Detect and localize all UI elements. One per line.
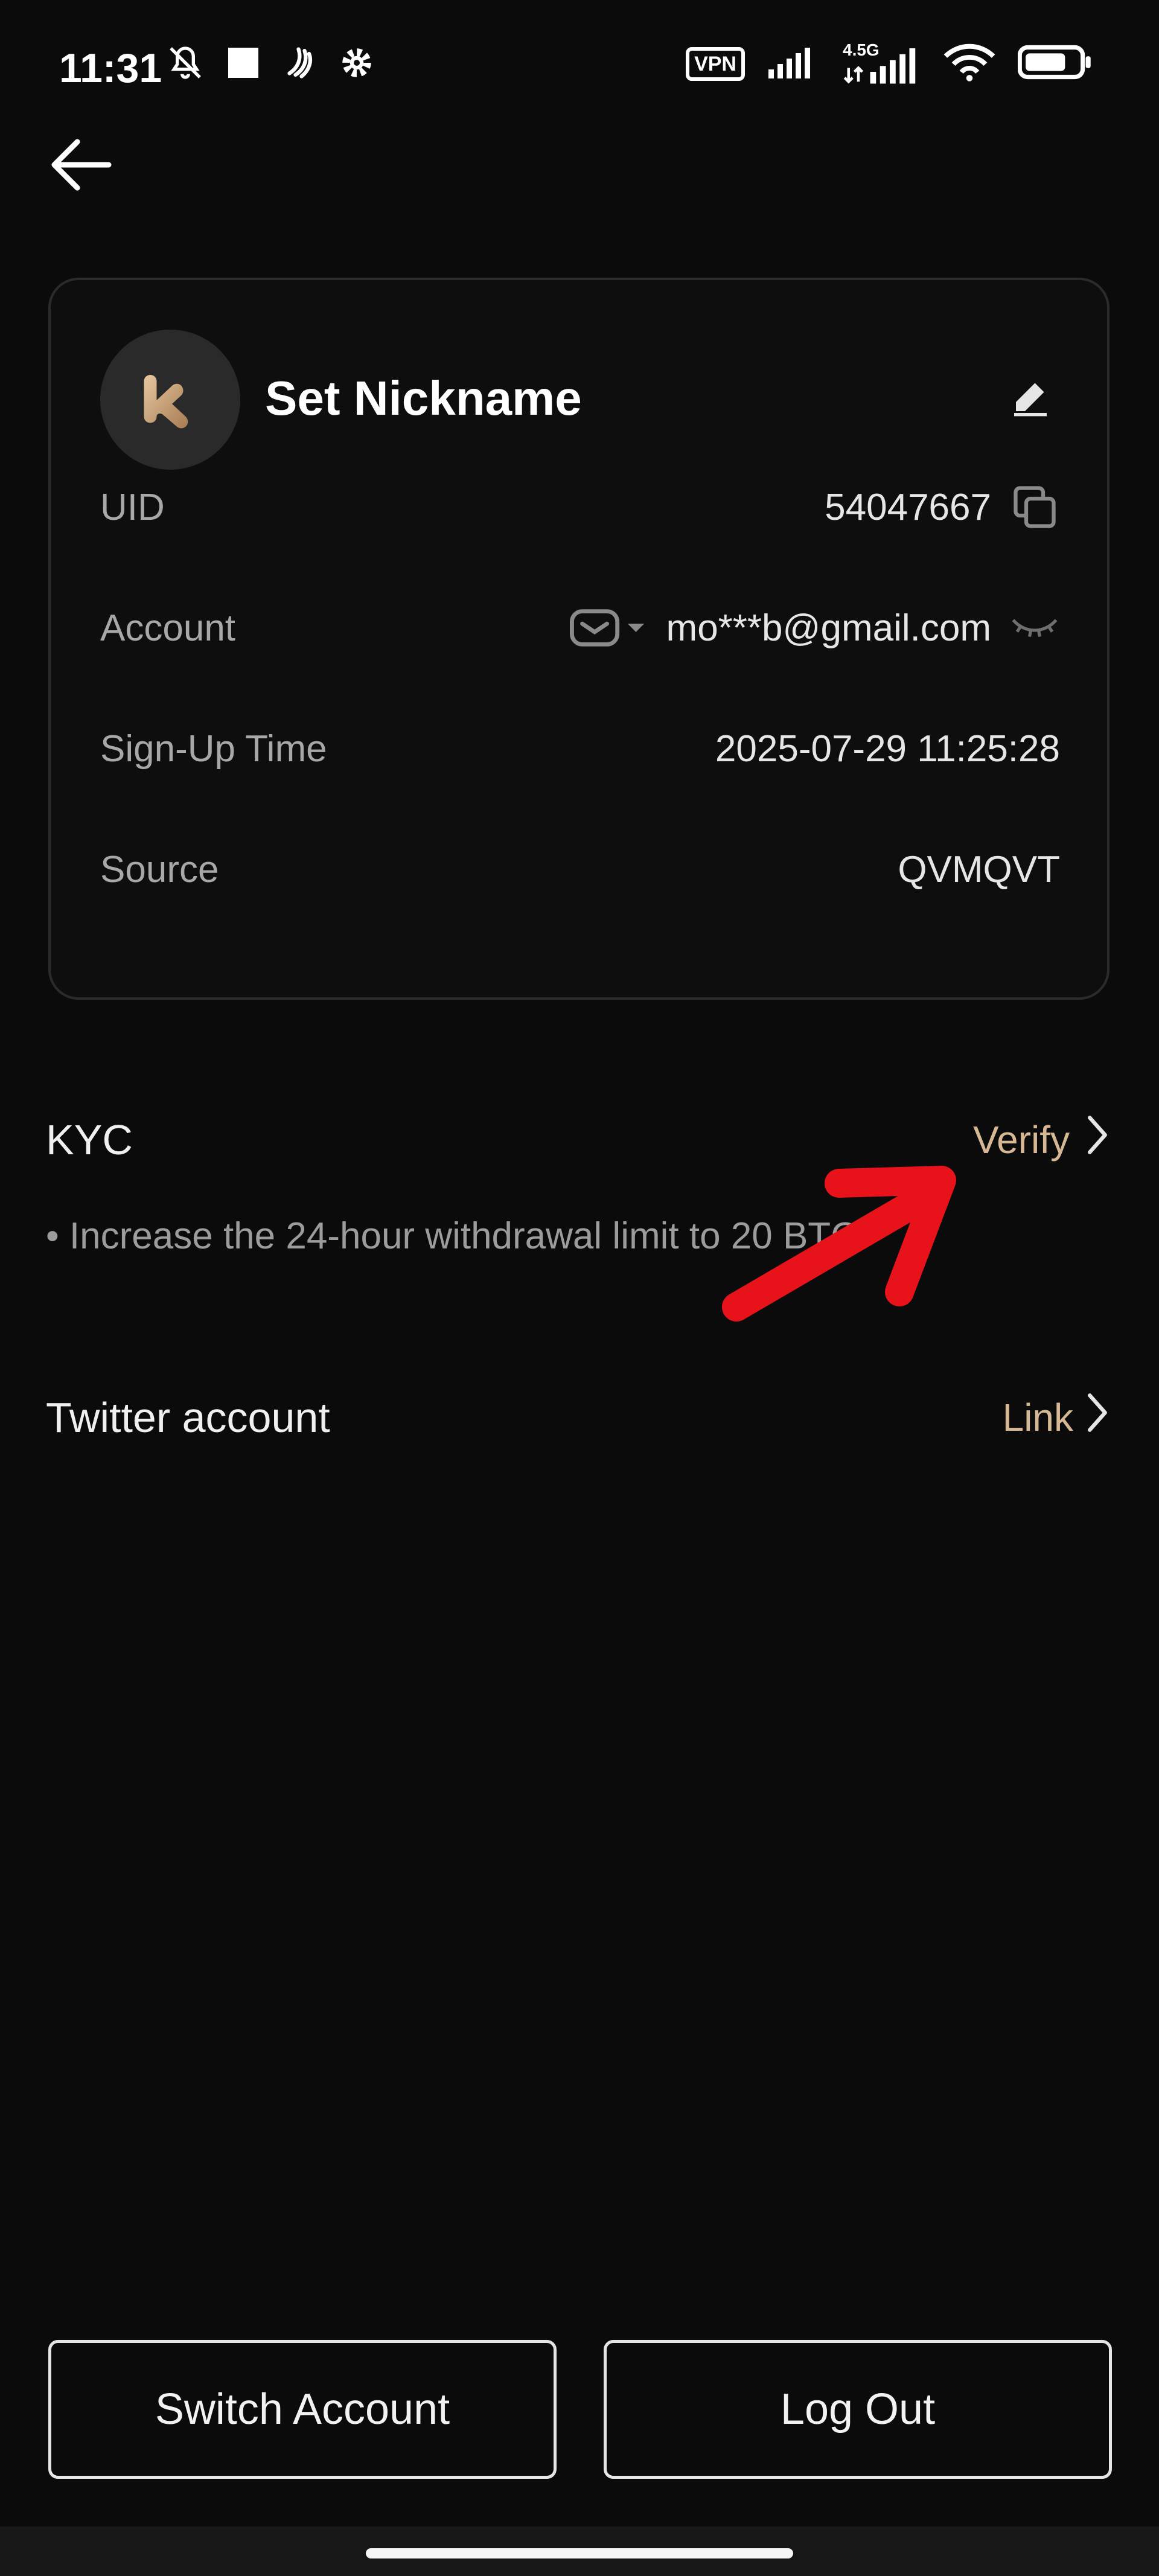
- account-value: mo***b@gmail.com: [666, 607, 991, 649]
- source-row: Source QVMQVT: [100, 839, 1060, 900]
- twitter-link-button[interactable]: Link: [1003, 1392, 1110, 1443]
- vpn-icon: VPN: [686, 46, 745, 81]
- square-icon: [225, 45, 261, 84]
- k-logo-icon: [134, 362, 206, 438]
- signup-time-row: Sign-Up Time 2025-07-29 11:25:28: [100, 718, 1060, 779]
- battery-icon: [1017, 44, 1093, 83]
- uid-row: UID 54047667: [100, 477, 1060, 537]
- status-bar: 11:31 VPN 4.5G: [0, 0, 1159, 97]
- eye-closed-icon[interactable]: [1009, 613, 1060, 643]
- verify-label: Verify: [972, 1117, 1070, 1162]
- switch-account-button[interactable]: Switch Account: [48, 2340, 557, 2479]
- home-indicator[interactable]: [366, 2548, 793, 2558]
- nickname-title[interactable]: Set Nickname: [265, 371, 582, 426]
- uid-value: 54047667: [825, 486, 991, 528]
- signup-time-value: 2025-07-29 11:25:28: [715, 727, 1060, 770]
- edit-nickname-button[interactable]: [1003, 371, 1058, 425]
- signup-time-label: Sign-Up Time: [100, 727, 327, 770]
- back-button[interactable]: [48, 133, 115, 199]
- uid-value-wrap: 54047667: [825, 482, 1060, 532]
- twitter-account-title: Twitter account: [46, 1394, 330, 1441]
- status-time: 11:31: [59, 45, 162, 91]
- bell-off-icon: [166, 43, 205, 85]
- kyc-title: KYC: [46, 1116, 133, 1163]
- uid-label: UID: [100, 486, 165, 528]
- signal-4-5g-icon: 4.5G: [843, 40, 921, 84]
- red-arrow-annotation-icon: [722, 1166, 956, 1322]
- status-right-icons: VPN 4.5G: [686, 40, 1093, 85]
- pencil-icon: [1009, 375, 1052, 421]
- copy-icon[interactable]: [1009, 482, 1060, 532]
- status-left-icons: [166, 43, 375, 85]
- source-value: QVMQVT: [898, 848, 1060, 890]
- mail-dropdown[interactable]: [569, 607, 648, 649]
- nfc-icon: [282, 45, 318, 84]
- settings-icon: [339, 45, 375, 84]
- avatar[interactable]: [100, 330, 240, 470]
- account-row: Account mo***b@gmail.com: [100, 598, 1060, 658]
- wifi-icon: [943, 42, 996, 85]
- chevron-right-icon: [1085, 1114, 1110, 1165]
- chevron-right-icon: [1085, 1392, 1110, 1443]
- account-value-wrap: mo***b@gmail.com: [569, 607, 1060, 650]
- signal-icon: [767, 45, 821, 82]
- link-label: Link: [1002, 1395, 1073, 1439]
- kyc-verify-link[interactable]: Verify: [973, 1114, 1110, 1165]
- log-out-button[interactable]: Log Out: [604, 2340, 1112, 2479]
- profile-card: Set Nickname UID 54047667 Account mo***b…: [48, 278, 1110, 1000]
- arrow-left-icon: [50, 138, 113, 195]
- source-label: Source: [100, 848, 219, 890]
- account-label: Account: [100, 607, 236, 649]
